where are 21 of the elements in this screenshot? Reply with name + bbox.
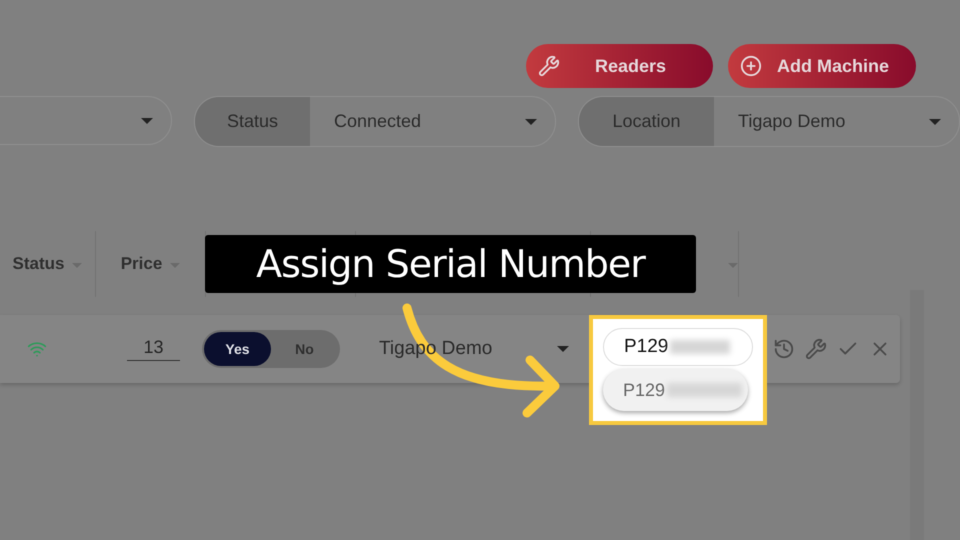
plus-circle-icon xyxy=(740,55,762,77)
filter-select[interactable]: Status Connected xyxy=(194,96,556,147)
wrench-icon[interactable] xyxy=(805,338,827,360)
readers-button[interactable]: Readers xyxy=(526,44,713,88)
caret-icon xyxy=(525,118,537,124)
caret-icon xyxy=(929,118,941,124)
yes-no-toggle[interactable]: Yes No xyxy=(202,330,340,368)
history-icon[interactable] xyxy=(773,338,795,360)
add-machine-button[interactable]: Add Machine xyxy=(728,44,916,88)
column-header[interactable]: Status xyxy=(12,254,64,274)
filter-select[interactable]: Location Tigapo Demo xyxy=(578,96,960,147)
caret-icon xyxy=(141,118,153,124)
price-input[interactable]: 13 xyxy=(127,337,180,361)
suggestion-item[interactable]: P129 xyxy=(603,369,748,411)
column-header[interactable]: Price xyxy=(120,254,162,274)
serial-input[interactable]: P129 xyxy=(603,328,753,366)
toggle-option[interactable]: No xyxy=(271,332,338,366)
wrench-icon xyxy=(538,55,560,77)
annotation-label: Assign Serial Number xyxy=(205,235,696,293)
toggle-option[interactable]: Yes xyxy=(204,332,271,366)
caret-icon xyxy=(557,346,569,352)
